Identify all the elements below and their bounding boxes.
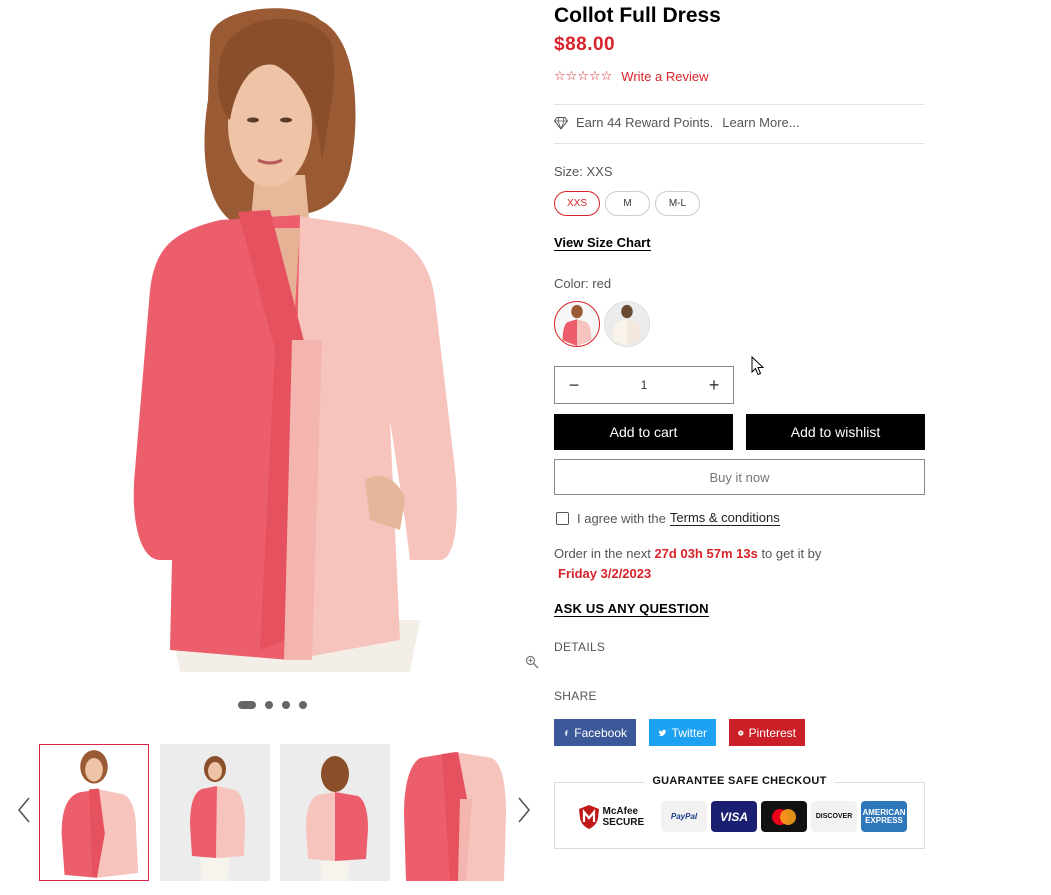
size-option-m-l[interactable]: M-L <box>655 191 701 216</box>
discover-badge: DISCOVER <box>811 801 857 832</box>
reward-points: Earn 44 Reward Points. Learn More... <box>554 115 800 130</box>
add-to-wishlist-button[interactable]: Add to wishlist <box>746 414 925 450</box>
order-prefix: Order in the next <box>554 546 651 561</box>
color-swatches <box>554 301 650 347</box>
terms-checkbox[interactable] <box>556 512 569 525</box>
rating-row: ☆☆☆☆☆ Write a Review <box>554 68 708 84</box>
image-pagination-dots <box>238 701 307 709</box>
payment-methods: McAfee SECURE PayPal VISA DISCOVER AMERI… <box>573 801 907 832</box>
minus-icon[interactable]: − <box>555 367 593 403</box>
twitter-icon <box>658 729 667 736</box>
divider <box>554 104 925 105</box>
quantity-input[interactable]: 1 <box>593 367 695 403</box>
chevron-left-icon[interactable] <box>14 795 34 825</box>
reward-points-text: Earn 44 Reward Points. <box>576 115 714 130</box>
terms-link[interactable]: Terms & conditions <box>669 511 780 526</box>
mcafee-label: McAfee SECURE <box>602 805 645 828</box>
buy-it-now-button[interactable]: Buy it now <box>554 459 925 495</box>
share-buttons: Facebook Twitter Pinterest <box>554 719 805 746</box>
diamond-icon <box>554 116 568 130</box>
quantity-stepper: − 1 + <box>554 366 734 404</box>
divider <box>554 143 925 144</box>
mastercard-badge <box>761 801 807 832</box>
write-review-link[interactable]: Write a Review <box>621 69 708 84</box>
thumbnail-carousel <box>0 740 545 885</box>
size-option-m[interactable]: M <box>605 191 651 216</box>
mastercard-icon <box>772 808 796 825</box>
mcafee-secure-badge: McAfee SECURE <box>573 801 657 832</box>
zoom-icon[interactable] <box>525 655 539 669</box>
pinterest-icon <box>738 729 744 736</box>
mouse-cursor-icon <box>751 356 765 376</box>
visa-badge: VISA <box>711 801 757 832</box>
delivery-countdown: Order in the next 27d 03h 57m 13s to get… <box>554 544 926 584</box>
share-label: SHARE <box>554 689 597 703</box>
delivery-date: Friday 3/2/2023 <box>558 566 652 581</box>
guarantee-safe-checkout: GUARANTEE SAFE CHECKOUT McAfee SECURE Pa… <box>554 775 925 849</box>
add-to-cart-button[interactable]: Add to cart <box>554 414 733 450</box>
color-swatch-red[interactable] <box>554 301 600 347</box>
thumbnail-3[interactable] <box>280 744 390 881</box>
product-price: $88.00 <box>554 34 616 55</box>
pinterest-share-button[interactable]: Pinterest <box>729 719 805 746</box>
facebook-label: Facebook <box>574 725 627 740</box>
paypal-badge: PayPal <box>661 801 707 832</box>
pagination-dot-4[interactable] <box>299 701 307 709</box>
plus-icon[interactable]: + <box>695 367 733 403</box>
guarantee-title: GUARANTEE SAFE CHECKOUT <box>644 775 835 787</box>
color-swatch-white[interactable] <box>604 301 650 347</box>
learn-more-link[interactable]: Learn More... <box>722 115 799 130</box>
shield-icon <box>578 804 599 829</box>
order-middle: to get it by <box>761 546 822 561</box>
amex-badge: AMERICAN EXPRESS <box>861 801 907 832</box>
twitter-label: Twitter <box>671 725 707 740</box>
pagination-dot-3[interactable] <box>282 701 290 709</box>
countdown-timer: 27d 03h 57m 13s <box>654 546 758 561</box>
thumbnail-4[interactable] <box>400 744 510 881</box>
star-rating-icon: ☆☆☆☆☆ <box>554 68 613 83</box>
details-toggle[interactable]: DETAILS <box>554 640 605 654</box>
chevron-right-icon[interactable] <box>514 795 534 825</box>
facebook-icon <box>564 729 568 736</box>
pagination-dot-2[interactable] <box>265 701 273 709</box>
size-options: XXS M M-L <box>554 191 701 216</box>
ask-question-link[interactable]: ASK US ANY QUESTION <box>554 601 709 617</box>
pinterest-label: Pinterest <box>748 725 796 740</box>
agree-text: I agree with the <box>577 511 666 526</box>
twitter-share-button[interactable]: Twitter <box>649 719 716 746</box>
product-title: Collot Full Dress <box>554 4 721 27</box>
terms-agreement: I agree with the Terms & conditions <box>556 511 780 526</box>
size-label: Size: XXS <box>554 164 613 179</box>
pagination-dot-1[interactable] <box>238 701 256 709</box>
size-option-xxs[interactable]: XXS <box>554 191 601 216</box>
main-product-image[interactable] <box>60 0 480 672</box>
view-size-chart-link[interactable]: View Size Chart <box>554 235 651 251</box>
product-gallery <box>0 0 545 895</box>
color-label: Color: red <box>554 276 612 291</box>
thumbnail-1[interactable] <box>39 744 149 881</box>
thumbnail-2[interactable] <box>160 744 270 881</box>
facebook-share-button[interactable]: Facebook <box>554 719 636 746</box>
